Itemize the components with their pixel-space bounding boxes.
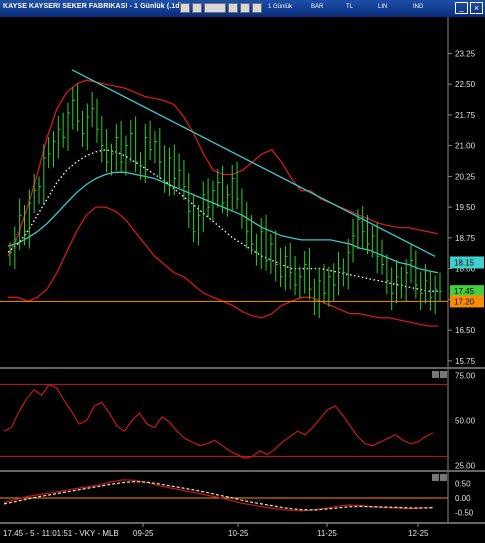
status-bar: 17.45 - 5 - 11:01:51 - VKY - MLB 09-25 10… [3,523,429,538]
window-titlebar: KAYSE KAYSERI SEKER FABRIKASI - 1 Günlük… [0,0,485,17]
price-tick-label: 20.25 [455,172,476,181]
macd-tick-label: -0.50 [455,509,474,518]
price-tick-label: 23.25 [455,49,476,58]
macd-lines [3,479,434,512]
period-selector[interactable]: 1 Günlük [268,4,292,10]
oscillator-y-ticks: 75.00 50.00 25.00 [455,371,476,470]
zoom-in-icon[interactable] [240,3,250,13]
minimize-icon[interactable]: _ [455,2,468,14]
price-label-text: 17.45 [454,287,475,296]
chart-icon[interactable] [180,3,190,13]
chart-area: 23.2522.5021.7521.0020.2519.5018.7518.00… [0,17,485,538]
draw-icon[interactable] [228,3,238,13]
x-tick-label: 10-25 [228,529,249,538]
macd-pane: 0.50 0.00 -0.50 [0,472,474,522]
chart-type-selector[interactable]: BAR [311,4,323,10]
price-pane-bg [0,17,448,367]
price-label-text: 17.20 [454,297,475,306]
price-tick-label: 21.75 [455,111,476,120]
x-tick-label: 09-25 [133,529,154,538]
osc-tick-label: 50.00 [455,416,476,425]
close-icon[interactable]: × [470,2,483,14]
indicator-selector[interactable]: IND [413,4,423,10]
price-tick-label: 19.50 [455,203,476,212]
price-tick-label: 16.50 [455,326,476,335]
macd-y-ticks: 0.50 0.00 -0.50 [455,479,474,517]
x-axis-ticks: 09-25 10-25 11-25 12-25 [133,523,429,538]
osc-tick-label: 75.00 [455,371,476,380]
price-label-text: 18.15 [454,258,475,267]
zoom-out-icon[interactable] [252,3,262,13]
pane-scroll-icon[interactable] [432,371,439,378]
pane-close-icon-2[interactable] [440,474,447,481]
osc-series-line [3,383,434,459]
price-tick-label: 15.75 [455,357,476,366]
pane-close-icon[interactable] [440,371,447,378]
pane-scroll-icon-2[interactable] [432,474,439,481]
price-labels: 18.15 17.4517.20 [450,256,484,308]
price-tick-label: 21.00 [455,142,476,151]
oscillator-line [3,383,434,459]
table-icon[interactable] [192,3,202,13]
formula-icon[interactable] [204,3,226,13]
window-title: KAYSE KAYSERI SEKER FABRIKASI - 1 Günlük… [3,3,183,10]
x-tick-label: 12-25 [408,529,429,538]
scale-selector[interactable]: LIN [378,4,387,10]
oscillator-levels [0,383,448,457]
oscillator-pane: 75.00 50.00 25.00 [0,369,476,470]
x-tick-label: 11-25 [317,529,337,538]
price-y-ticks: 23.2522.5021.7521.0020.2519.5018.7518.00… [448,49,476,366]
osc-tick-label: 25.00 [455,461,476,470]
price-pane: 23.2522.5021.7521.0020.2519.5018.7518.00… [0,17,484,367]
price-tick-label: 18.75 [455,234,476,243]
macd-tick-label: 0.50 [455,479,471,488]
status-text: 17.45 - 5 - 11:01:51 - VKY - MLB [3,529,119,538]
macd-tick-label: 0.00 [455,494,471,503]
currency-selector[interactable]: TL [346,4,353,10]
price-tick-label: 22.50 [455,80,476,89]
